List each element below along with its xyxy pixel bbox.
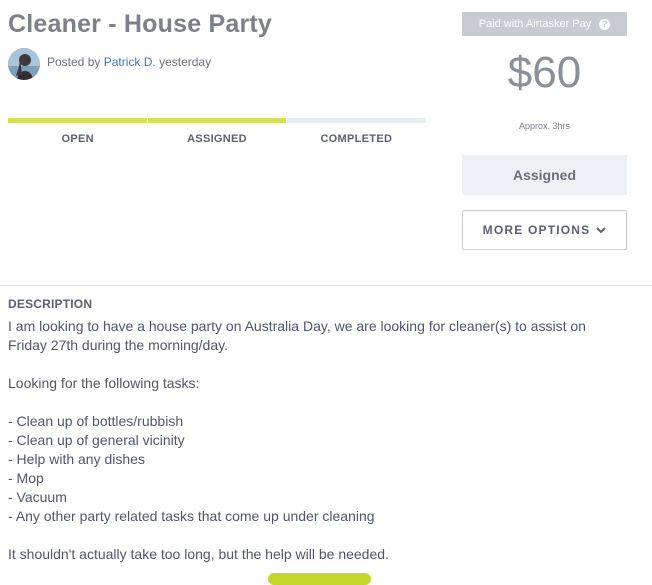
task-list-item: - Any other party related tasks that com…	[8, 508, 375, 524]
price-card: Paid with Airtasker Pay ? $60 Approx. 3h…	[462, 12, 627, 195]
task-list: - Clean up of bottles/rubbish - Clean up …	[8, 412, 628, 526]
progress-bar	[8, 118, 427, 123]
task-list-item: - Mop	[8, 470, 44, 486]
posted-by: Posted by Patrick D. yesterday	[8, 48, 211, 80]
task-list-item: - Vacuum	[8, 489, 67, 505]
help-icon[interactable]: ?	[599, 18, 611, 30]
stage-label: OPEN	[61, 133, 94, 145]
tasks-heading: Looking for the following tasks:	[8, 375, 200, 391]
task-price: $60	[507, 48, 582, 97]
posted-prefix: Posted by	[47, 55, 101, 69]
task-title: Cleaner - House Party	[8, 10, 273, 38]
chevron-down-icon	[596, 226, 607, 234]
progress-labels: OPEN ASSIGNED COMPLETED	[8, 133, 426, 145]
posted-time: yesterday	[159, 55, 212, 69]
approx-duration: Approx. 3hrs	[518, 121, 571, 131]
description-heading: DESCRIPTION	[8, 297, 93, 311]
progress-segment	[8, 118, 147, 123]
payment-header: Paid with Airtasker Pay ?	[462, 12, 627, 36]
task-list-item: - Help with any dishes	[8, 451, 145, 467]
task-list-item: - Clean up of general vicinity	[8, 432, 185, 448]
payment-label: Paid with Airtasker Pay	[478, 18, 592, 30]
more-options-label: MORE OPTIONS	[482, 223, 591, 237]
task-status: Assigned	[512, 167, 576, 183]
avatar[interactable]	[8, 48, 40, 80]
price-body: $60 Approx. 3hrs	[462, 36, 627, 155]
description-body: I am looking to have a house party on Au…	[8, 317, 628, 564]
stage-label: COMPLETED	[320, 133, 393, 145]
task-progress: OPEN ASSIGNED COMPLETED	[8, 118, 427, 145]
description-closing: It shouldn't actually take too long, but…	[8, 546, 389, 562]
more-options-button[interactable]: MORE OPTIONS	[462, 210, 627, 250]
description-intro: I am looking to have a house party on Au…	[8, 318, 586, 353]
task-list-item: - Clean up of bottles/rubbish	[8, 413, 184, 429]
action-button[interactable]	[268, 573, 371, 585]
progress-segment	[287, 118, 427, 123]
author-link[interactable]: Patrick D.	[104, 55, 156, 69]
stage-label: ASSIGNED	[187, 133, 247, 145]
posted-text: Posted by Patrick D. yesterday	[47, 55, 211, 69]
section-divider	[0, 285, 652, 286]
progress-segment	[147, 118, 287, 123]
